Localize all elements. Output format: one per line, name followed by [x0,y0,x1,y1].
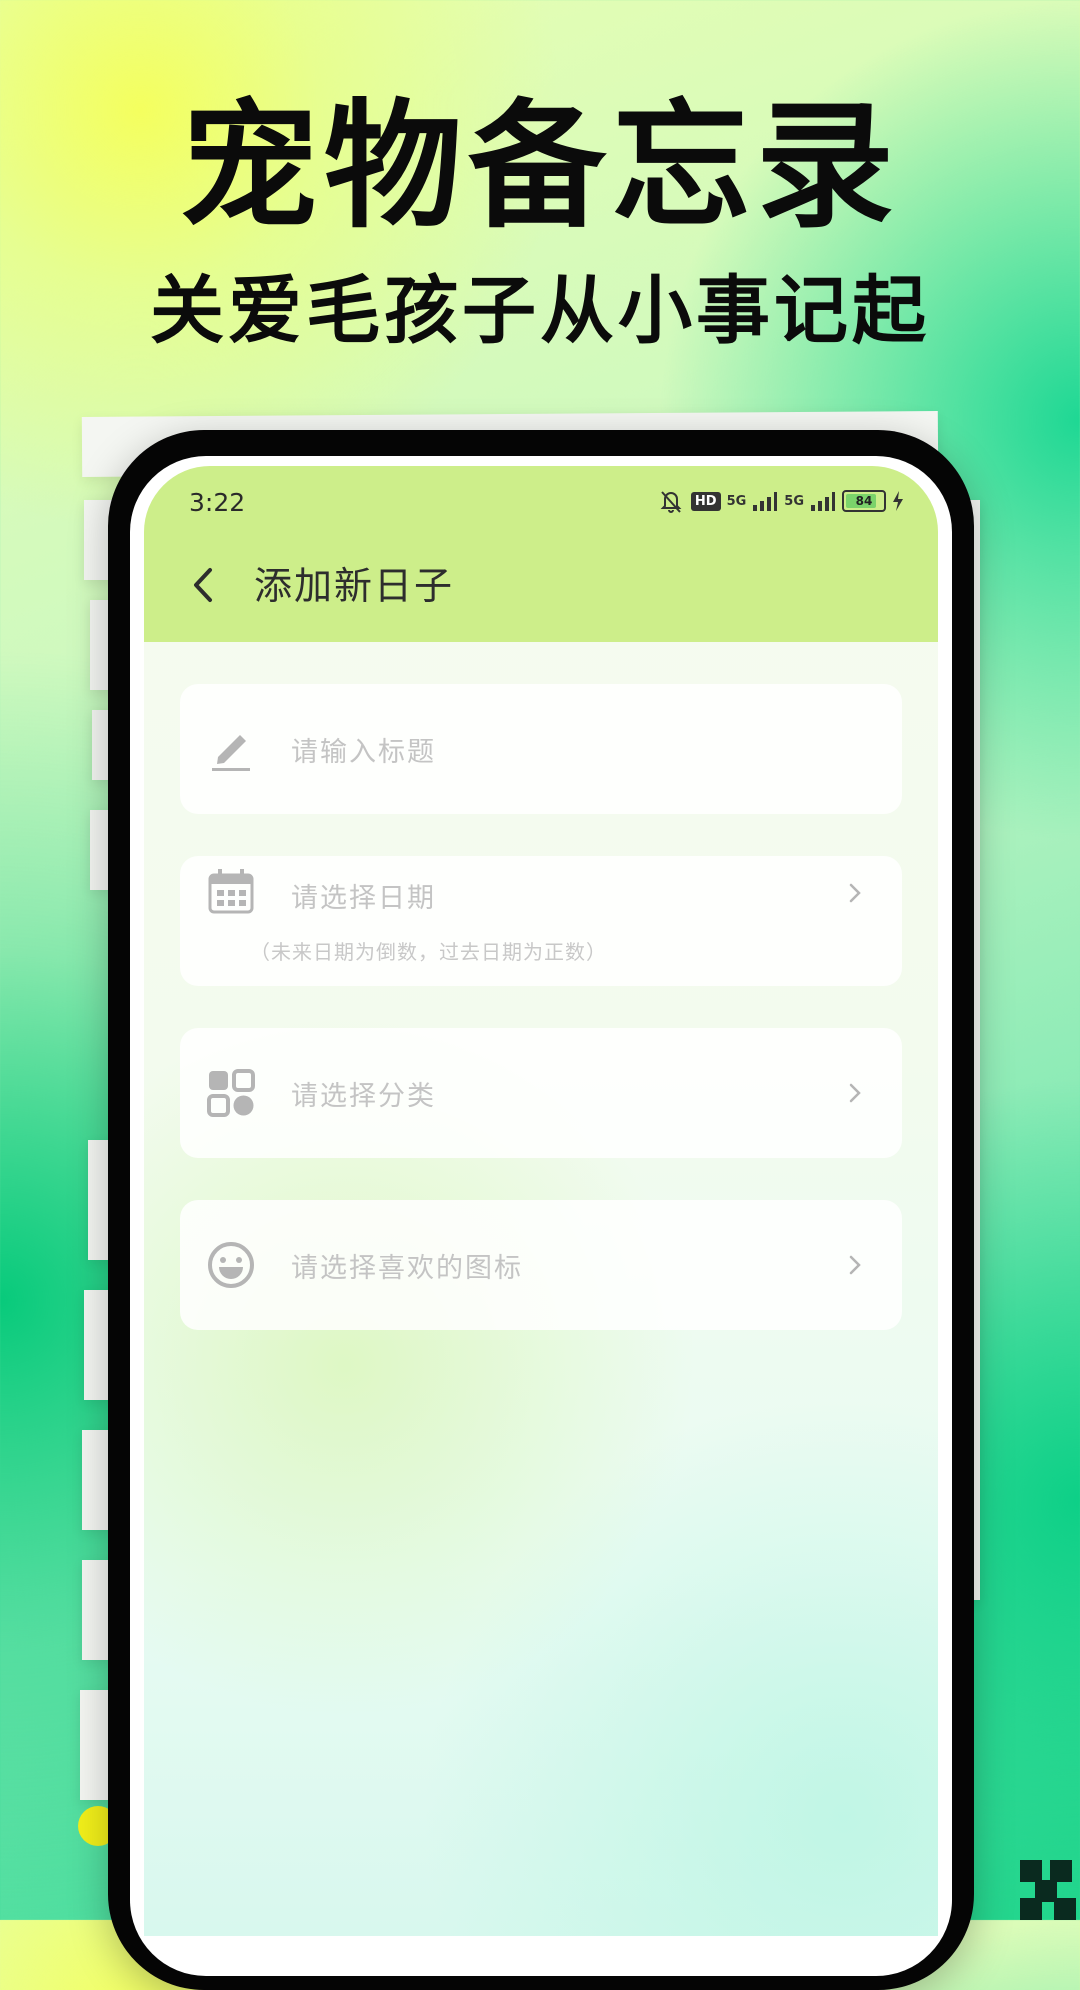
chevron-left-icon [194,568,212,602]
icon-input[interactable]: 请选择喜欢的图标 [291,1246,523,1285]
pixel-decoration [1020,1898,1042,1920]
chevron-right-icon [849,883,861,903]
category-picker-card[interactable]: 请选择分类 [180,1028,902,1158]
chevron-right-icon [849,1083,861,1103]
back-button[interactable] [180,560,230,610]
calendar-icon [208,869,254,914]
title-input[interactable]: 请输入标题 [291,730,436,769]
page-title: 添加新日子 [254,564,455,608]
title-input-card[interactable]: 请输入标题 [180,684,902,814]
pencil-icon [212,735,250,771]
charging-icon [893,491,903,511]
status-icons: HD 5G 5G 84 [657,484,904,518]
promo-title: 宠物备忘录 [179,86,900,247]
promo-subtitle: 关爱毛孩子从小事记起 [150,268,930,354]
category-grid-icon [207,1069,255,1117]
battery-icon: 84 [842,490,886,512]
pixel-decoration [1020,1860,1042,1882]
hd-badge: HD [690,491,721,511]
date-picker-card[interactable]: 请选择日期 （未来日期为倒数，过去日期为正数） [180,856,902,986]
icon-picker-card[interactable]: 请选择喜欢的图标 [180,1200,902,1330]
signal-icon [753,492,778,511]
pixel-decoration [1054,1898,1076,1920]
smiley-icon [208,1242,254,1288]
signal-icon [811,492,835,511]
top-bar: 3:22 HD 5G 5G 84 添加新日子 [144,466,938,642]
status-time: 3:22 [189,488,246,517]
date-hint: （未来日期为倒数，过去日期为正数） [250,940,607,964]
bell-off-icon [660,491,682,513]
network-label: 5G [726,493,747,509]
app-screen: 3:22 HD 5G 5G 84 添加新日子 请输入标题 请选择日期 （未来日期… [144,466,938,1936]
category-input[interactable]: 请选择分类 [291,1074,436,1113]
chevron-right-icon [849,1255,861,1275]
date-input[interactable]: 请选择日期 [291,876,436,915]
pixel-decoration [1050,1860,1072,1882]
battery-percent: 84 [855,494,873,508]
network-label: 5G [784,493,804,509]
